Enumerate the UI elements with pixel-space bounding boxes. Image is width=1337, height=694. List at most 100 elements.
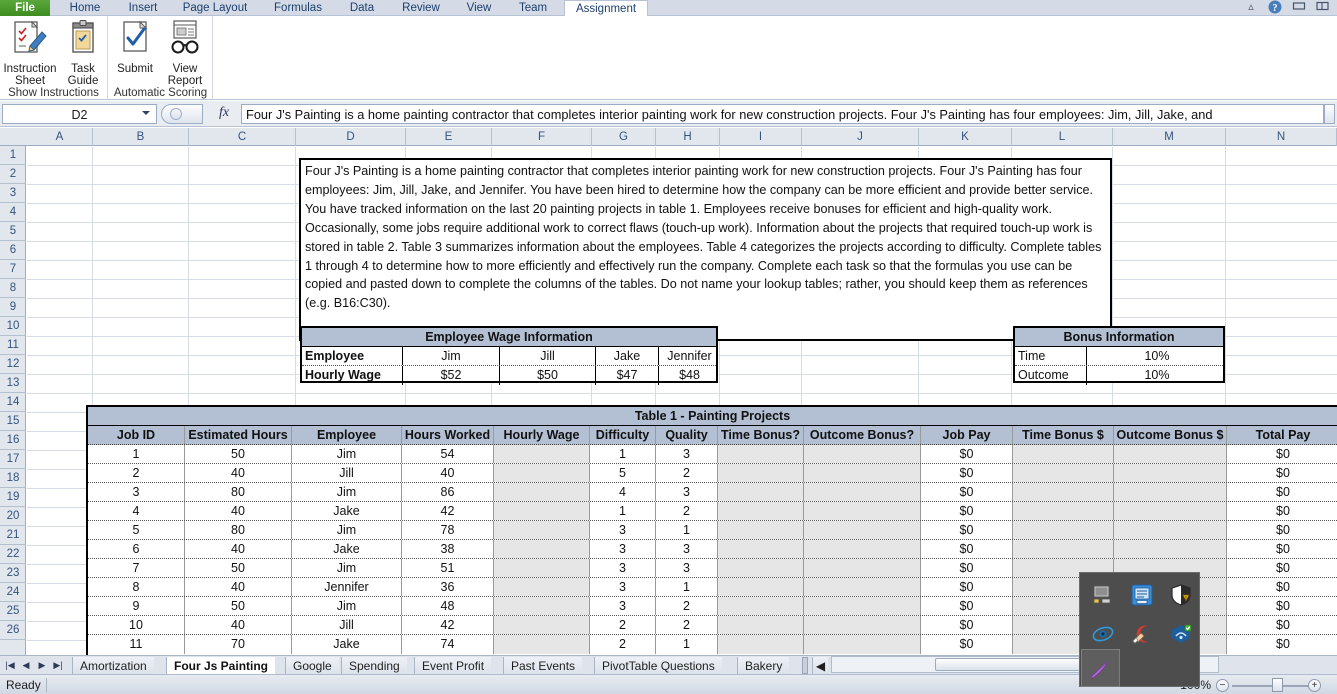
- cell-hourly-wage[interactable]: [494, 616, 590, 634]
- name-box[interactable]: D2: [2, 104, 157, 124]
- cell-job-pay[interactable]: $0: [921, 540, 1013, 558]
- cell-total-pay[interactable]: $0: [1227, 483, 1337, 501]
- ribbon-tab-team[interactable]: Team: [510, 0, 556, 16]
- cell-outcome-bonus-q[interactable]: [804, 540, 921, 558]
- cell-hourly-wage[interactable]: [494, 578, 590, 596]
- row-header-6[interactable]: 6: [0, 241, 26, 260]
- cell-difficulty[interactable]: 2: [590, 635, 656, 654]
- cell-outcome-bonus-d[interactable]: [1114, 483, 1227, 501]
- cell-hourly-wage[interactable]: [494, 597, 590, 615]
- sheet-tab-amortization[interactable]: Amortization: [72, 657, 154, 675]
- ribbon-tab-formulas[interactable]: Formulas: [262, 0, 334, 16]
- scroll-tabs-left-icon[interactable]: ◀: [812, 657, 828, 675]
- column-header-G[interactable]: G: [592, 128, 656, 146]
- sheet-tab-event-profit[interactable]: Event Profit: [414, 657, 492, 675]
- cell-estimated-hours[interactable]: 40: [185, 502, 292, 520]
- cell-hourly-wage[interactable]: [494, 464, 590, 482]
- column-header-B[interactable]: B: [93, 128, 189, 146]
- cell-employee[interactable]: Jake: [292, 635, 402, 654]
- display-settings-icon[interactable]: [1092, 584, 1116, 608]
- cell-quality[interactable]: 3: [656, 445, 718, 463]
- cell-difficulty[interactable]: 4: [590, 483, 656, 501]
- cell-time-bonus-d[interactable]: [1013, 540, 1114, 558]
- cell-job-id[interactable]: 1: [88, 445, 185, 463]
- cell-outcome-bonus-d[interactable]: [1114, 445, 1227, 463]
- cell-job-pay[interactable]: $0: [921, 464, 1013, 482]
- zoom-slider-track[interactable]: [1232, 685, 1310, 687]
- cell-outcome-bonus-q[interactable]: [804, 616, 921, 634]
- column-header-I[interactable]: I: [720, 128, 802, 146]
- first-sheet-icon[interactable]: |◀: [2, 658, 18, 673]
- column-header-K[interactable]: K: [919, 128, 1012, 146]
- cell-employee[interactable]: Jim: [292, 597, 402, 615]
- cell-total-pay[interactable]: $0: [1227, 616, 1337, 634]
- cell-employee[interactable]: Jill: [292, 464, 402, 482]
- row-header-17[interactable]: 17: [0, 450, 26, 469]
- cell-job-id[interactable]: 11: [88, 635, 185, 654]
- column-header-A[interactable]: A: [27, 128, 93, 146]
- cell-employee[interactable]: Jennifer: [292, 578, 402, 596]
- ribbon-tab-review[interactable]: Review: [392, 0, 450, 16]
- row-header-23[interactable]: 23: [0, 564, 26, 583]
- cell-difficulty[interactable]: 5: [590, 464, 656, 482]
- cell-hourly-wage[interactable]: [494, 445, 590, 463]
- sheet-tab-four-js-painting[interactable]: Four Js Painting: [166, 657, 276, 675]
- row-header-5[interactable]: 5: [0, 222, 26, 241]
- cell-employee[interactable]: Jim: [292, 521, 402, 539]
- cell-estimated-hours[interactable]: 50: [185, 597, 292, 615]
- cell-hours-worked[interactable]: 40: [402, 464, 494, 482]
- cell-hours-worked[interactable]: 86: [402, 483, 494, 501]
- cell-outcome-bonus-q[interactable]: [804, 464, 921, 482]
- cell-estimated-hours[interactable]: 80: [185, 483, 292, 501]
- name-box-dropdown-icon[interactable]: [142, 111, 150, 115]
- pen-tool-icon[interactable]: [1088, 657, 1112, 681]
- tab-split-handle[interactable]: [802, 657, 808, 674]
- cell-job-id[interactable]: 10: [88, 616, 185, 634]
- sheet-tab-pivottable-questions[interactable]: PivotTable Questions: [594, 657, 722, 675]
- row-header-13[interactable]: 13: [0, 374, 26, 393]
- cell-quality[interactable]: 2: [656, 597, 718, 615]
- sheet-tab-google[interactable]: Google: [285, 657, 339, 675]
- cell-job-id[interactable]: 5: [88, 521, 185, 539]
- cell-job-pay[interactable]: $0: [921, 502, 1013, 520]
- ribbon-tab-assignment[interactable]: Assignment: [564, 0, 648, 16]
- row-header-16[interactable]: 16: [0, 431, 26, 450]
- cell-difficulty[interactable]: 1: [590, 445, 656, 463]
- row-header-4[interactable]: 4: [0, 203, 26, 222]
- cell-job-pay[interactable]: $0: [921, 483, 1013, 501]
- cell-hours-worked[interactable]: 42: [402, 616, 494, 634]
- task-guide-button[interactable]: Task Guide: [61, 19, 105, 88]
- cell-hours-worked[interactable]: 51: [402, 559, 494, 577]
- cell-job-pay[interactable]: $0: [921, 521, 1013, 539]
- cell-time-bonus-d[interactable]: [1013, 445, 1114, 463]
- cell-estimated-hours[interactable]: 40: [185, 616, 292, 634]
- row-header-21[interactable]: 21: [0, 526, 26, 545]
- formula-input[interactable]: Four J's Painting is a home painting con…: [241, 104, 1324, 124]
- cell-hourly-wage[interactable]: [494, 559, 590, 577]
- cell-quality[interactable]: 1: [656, 521, 718, 539]
- cell-total-pay[interactable]: $0: [1227, 597, 1337, 615]
- row-header-14[interactable]: 14: [0, 393, 26, 412]
- cell-quality[interactable]: 1: [656, 578, 718, 596]
- cell-job-pay[interactable]: $0: [921, 616, 1013, 634]
- cell-hours-worked[interactable]: 78: [402, 521, 494, 539]
- cell-time-bonus-q[interactable]: [718, 540, 804, 558]
- cell-job-pay[interactable]: $0: [921, 597, 1013, 615]
- column-header-C[interactable]: C: [189, 128, 296, 146]
- cell-job-pay[interactable]: $0: [921, 578, 1013, 596]
- column-header-D[interactable]: D: [296, 128, 406, 146]
- zoom-slider-knob[interactable]: [1272, 678, 1283, 692]
- cell-time-bonus-d[interactable]: [1013, 483, 1114, 501]
- cell-job-id[interactable]: 4: [88, 502, 185, 520]
- ribbon-tab-page-layout[interactable]: Page Layout: [172, 0, 258, 16]
- instruction-sheet-button[interactable]: Instruction Sheet: [1, 19, 59, 88]
- cell-estimated-hours[interactable]: 40: [185, 540, 292, 558]
- cell-total-pay[interactable]: $0: [1227, 559, 1337, 577]
- cell-time-bonus-q[interactable]: [718, 635, 804, 654]
- row-header-24[interactable]: 24: [0, 583, 26, 602]
- cell-hourly-wage[interactable]: [494, 635, 590, 654]
- cell-time-bonus-d[interactable]: [1013, 464, 1114, 482]
- next-sheet-icon[interactable]: ▶: [34, 658, 50, 673]
- cell-time-bonus-q[interactable]: [718, 483, 804, 501]
- zoom-out-button[interactable]: −: [1216, 679, 1229, 692]
